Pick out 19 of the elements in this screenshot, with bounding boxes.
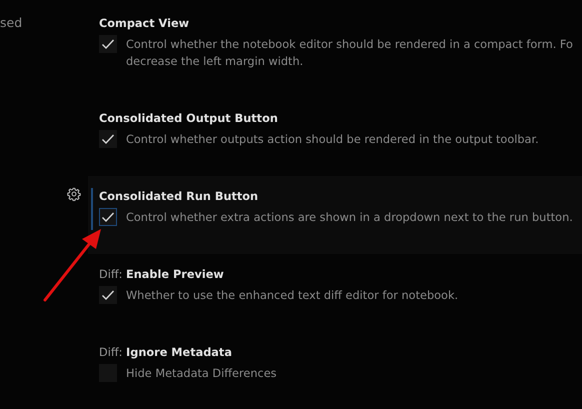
setting-category: Diff: bbox=[99, 346, 124, 358]
setting-description: Hide Metadata Differences bbox=[126, 366, 277, 382]
setting-description: Control whether the notebook editor should be rendered in a compact form. Fo bbox=[126, 37, 573, 53]
setting-title: Enable Preview bbox=[126, 268, 224, 280]
setting-description: decrease the left margin width. bbox=[126, 54, 304, 70]
checkbox[interactable] bbox=[99, 208, 117, 226]
checkbox[interactable] bbox=[99, 130, 117, 148]
setting-description: Control whether outputs action should be rendered in the output toolbar. bbox=[126, 132, 539, 148]
setting-title: Compact View bbox=[99, 16, 190, 30]
settings-icon[interactable] bbox=[67, 187, 81, 201]
checkbox[interactable] bbox=[99, 286, 117, 304]
setting-title: Consolidated Run Button bbox=[99, 190, 258, 202]
setting-description: Whether to use the enhanced text diff editor for notebook. bbox=[126, 288, 458, 304]
setting-title: Ignore Metadata bbox=[126, 346, 232, 358]
setting-description: Control whether extra actions are shown in a dropdown next to the run button. bbox=[126, 210, 573, 226]
sidebar-item[interactable]: sed bbox=[0, 15, 88, 30]
checkbox[interactable] bbox=[99, 35, 117, 53]
setting-category: Diff: bbox=[99, 268, 124, 280]
setting-title: Consolidated Output Button bbox=[99, 112, 278, 124]
